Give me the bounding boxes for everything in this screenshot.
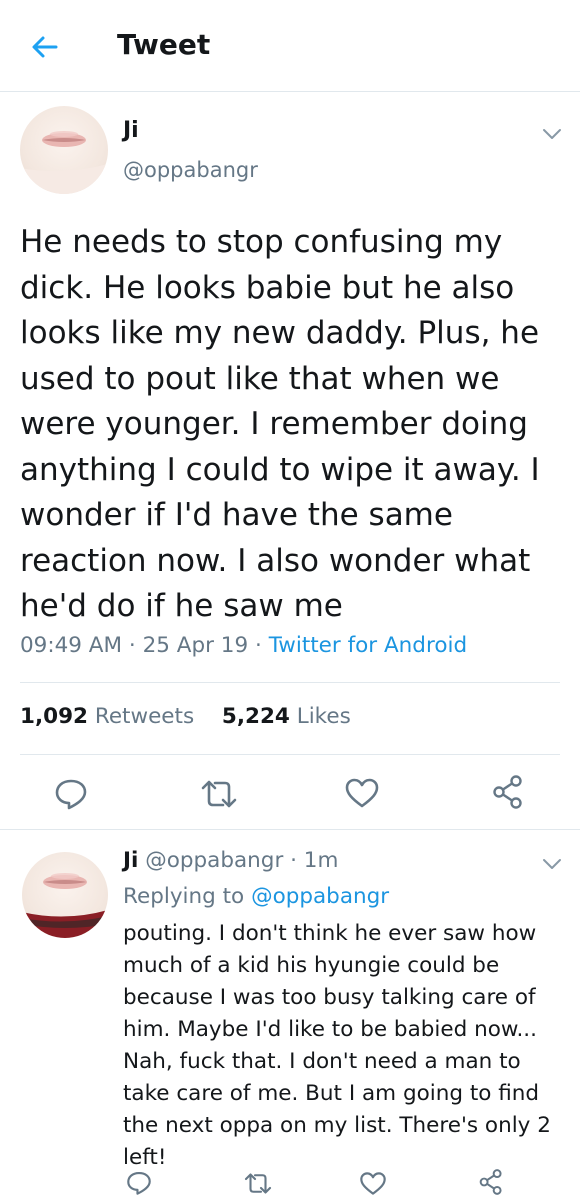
share-icon	[493, 775, 522, 809]
reply-text: pouting. I don't think he ever saw how m…	[123, 921, 551, 1170]
tweet-meta: 09:49 AM · 25 Apr 19 · Twitter for Andro…	[20, 633, 468, 658]
likes-label: Likes	[296, 704, 351, 729]
reply-retweet-button[interactable]	[243, 1172, 273, 1195]
tweet-text: He needs to stop confusing my dick. He l…	[20, 224, 540, 624]
replying-to: Replying to @oppabangr	[123, 884, 389, 909]
author-name[interactable]: Ji	[123, 118, 139, 143]
like-icon	[345, 778, 379, 808]
reply-avatar[interactable]	[22, 852, 108, 938]
tweet-date: 25 Apr 19	[142, 633, 249, 658]
like-button[interactable]	[344, 777, 380, 809]
tweet-options-button[interactable]	[541, 126, 563, 140]
tweet-stats: 1,092 Retweets 5,224 Likes	[20, 704, 351, 729]
retweets-count: 1,092	[20, 704, 89, 729]
replying-to-link[interactable]: @oppabangr	[251, 884, 389, 909]
share-icon	[479, 1169, 502, 1195]
reply-header: Ji @oppabangr · 1m	[123, 848, 339, 873]
reply-icon	[55, 779, 87, 810]
reply-reply-button[interactable]	[125, 1170, 153, 1196]
reply-icon	[127, 1171, 151, 1195]
back-arrow-icon	[32, 36, 58, 58]
tweet-source-link[interactable]: Twitter for Android	[269, 633, 467, 658]
reply-share-button[interactable]	[478, 1168, 504, 1196]
reply-button[interactable]	[53, 777, 89, 811]
top-bar: Tweet	[0, 0, 580, 92]
likes-stat[interactable]: 5,224 Likes	[222, 704, 351, 729]
page-title: Tweet	[117, 28, 211, 61]
like-icon	[360, 1172, 386, 1195]
share-button[interactable]	[491, 774, 525, 810]
reply-like-button[interactable]	[359, 1171, 387, 1196]
retweets-label: Retweets	[94, 704, 195, 729]
retweet-icon	[244, 1173, 272, 1194]
back-button[interactable]	[28, 30, 62, 64]
reply-author-name[interactable]: Ji	[123, 848, 138, 873]
divider	[0, 829, 580, 830]
likes-count: 5,224	[221, 704, 290, 729]
reply-age: 1m	[303, 848, 339, 873]
retweet-icon	[201, 780, 237, 808]
reply-options-button[interactable]	[541, 856, 563, 870]
author-handle[interactable]: @oppabangr	[123, 158, 258, 182]
avatar[interactable]	[20, 106, 108, 194]
divider	[20, 682, 560, 683]
retweets-stat[interactable]: 1,092 Retweets	[20, 704, 194, 729]
divider	[20, 754, 560, 755]
retweet-button[interactable]	[199, 779, 239, 809]
replying-label: Replying to	[123, 884, 245, 909]
chevron-down-icon	[543, 129, 561, 139]
chevron-down-icon	[543, 859, 561, 869]
reply-author-handle[interactable]: @oppabangr	[145, 848, 283, 873]
tweet-time: 09:49 AM	[20, 633, 123, 658]
